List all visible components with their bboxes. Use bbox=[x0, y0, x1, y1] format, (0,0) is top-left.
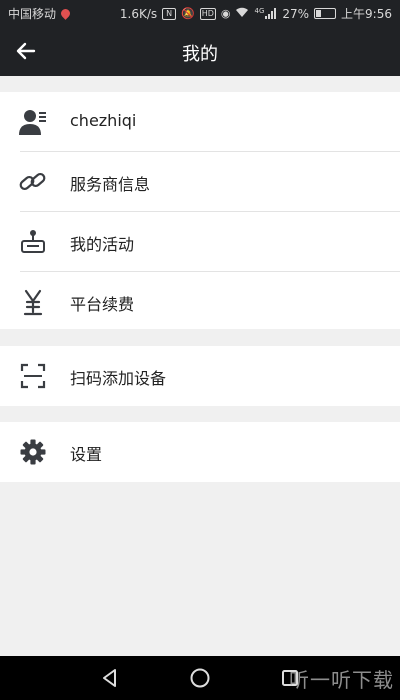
page-title: 我的 bbox=[182, 44, 218, 65]
scan-icon bbox=[18, 362, 48, 390]
eye-icon: ◉ bbox=[220, 7, 231, 20]
location-icon bbox=[59, 7, 72, 20]
system-nav-bar: 听一听下载 bbox=[0, 656, 400, 700]
menu-item-label: 设置 bbox=[70, 445, 103, 464]
yen-icon bbox=[18, 288, 48, 316]
menu-item-settings[interactable]: 设置 bbox=[0, 422, 400, 481]
menu-item-label: 我的活动 bbox=[70, 235, 135, 254]
menu-item-label: 平台续费 bbox=[70, 295, 135, 314]
menu-item-my-activities[interactable]: 我的活动 bbox=[0, 212, 400, 271]
settings-section: 设置 bbox=[0, 422, 400, 482]
menu-item-label: 扫码添加设备 bbox=[70, 369, 167, 388]
scan-section: 扫码添加设备 bbox=[0, 346, 400, 406]
nav-back-icon[interactable] bbox=[98, 666, 122, 690]
link-icon bbox=[18, 168, 48, 196]
watermark-logo: 听一听下载 bbox=[289, 668, 394, 692]
network-speed: 1.6K/s bbox=[119, 6, 158, 21]
signal-label: 4G bbox=[254, 7, 265, 15]
carrier-label: 中国移动 bbox=[8, 7, 57, 21]
joystick-icon bbox=[18, 228, 48, 256]
battery-icon bbox=[314, 8, 337, 19]
menu-item-label: chezhiqi bbox=[70, 111, 137, 130]
menu-item-profile[interactable]: chezhiqi bbox=[0, 92, 400, 151]
clock: 上午9:56 bbox=[341, 7, 392, 21]
menu-item-provider-info[interactable]: 服务商信息 bbox=[0, 152, 400, 211]
menu-item-label: 服务商信息 bbox=[70, 175, 151, 194]
nav-home-icon[interactable] bbox=[188, 666, 212, 690]
wifi-icon bbox=[235, 7, 249, 21]
gear-icon bbox=[18, 438, 48, 466]
hd-icon: HD bbox=[199, 7, 216, 20]
status-bar: 中国移动 1.6K/s N 🔕 HD ◉ 4G 27% 上午9:56 bbox=[0, 0, 400, 26]
nfc-icon: N bbox=[162, 7, 177, 20]
title-bar: 我的 bbox=[0, 26, 400, 76]
menu-item-scan-add-device[interactable]: 扫码添加设备 bbox=[0, 346, 400, 405]
menu-item-platform-renewal[interactable]: 平台续费 bbox=[0, 272, 400, 331]
account-section: chezhiqi 服务商信息 我的活动 平台续费 bbox=[0, 92, 400, 329]
user-card-icon bbox=[18, 108, 48, 136]
battery-percent: 27% bbox=[282, 6, 310, 21]
mute-icon: 🔕 bbox=[181, 7, 195, 20]
signal-icon: 4G bbox=[254, 8, 277, 19]
